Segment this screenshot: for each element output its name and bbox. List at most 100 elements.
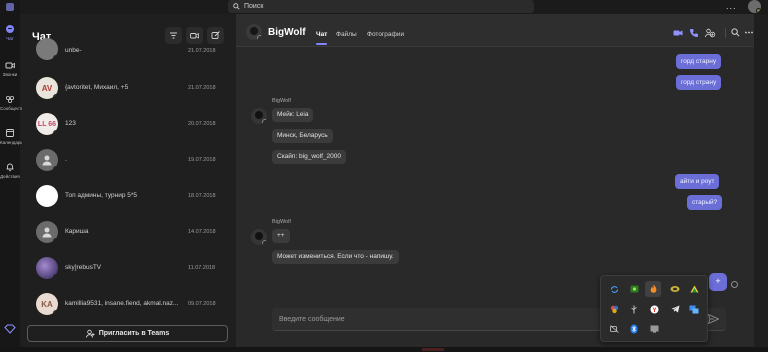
status-indicator	[262, 119, 267, 124]
tab-chat[interactable]: Чат	[316, 31, 328, 45]
monitor-icon[interactable]	[648, 323, 660, 335]
tab-photos[interactable]: Фотографии	[367, 31, 404, 38]
chat-list-pane: Чат unbe- 21.07.2018 AV {avtoritet, Миха…	[22, 14, 231, 352]
search-placeholder: Поиск	[244, 3, 264, 10]
incoming-message[interactable]: Скайп: big_wolf_2000	[272, 150, 346, 164]
chat-name: Кариша	[65, 228, 89, 235]
rail-label: Звонки	[2, 72, 18, 77]
rail-item-calls[interactable]: Звонки	[0, 60, 20, 77]
flame-icon[interactable]	[645, 281, 661, 297]
chat-name: sky]rebusTV	[65, 264, 102, 271]
compose-plus-button[interactable]: +	[709, 273, 727, 291]
taskbar-indicator	[422, 348, 444, 351]
right-edge	[754, 14, 768, 352]
svg-text:Y: Y	[652, 308, 656, 314]
chat-list-item[interactable]: Кариша 14.07.2018	[22, 214, 231, 250]
outgoing-message[interactable]: горд старну	[676, 54, 722, 69]
color-icon[interactable]	[608, 303, 620, 315]
more-icon[interactable]: ...	[726, 1, 737, 11]
incoming-message[interactable]: Может измениться. Если что - напишу.	[272, 250, 399, 264]
outgoing-message[interactable]: горд страну	[676, 75, 722, 90]
rail-item-community[interactable]: Сообщества	[0, 94, 26, 111]
message-sender: BigWolf	[272, 98, 291, 104]
drive-icon[interactable]	[688, 283, 700, 295]
teams-logo-icon	[6, 3, 14, 11]
rail-item-calendar[interactable]: Календарь	[0, 128, 23, 145]
tab-files[interactable]: Файлы	[336, 31, 357, 38]
chat-list-item[interactable]: . 19.07.2018	[22, 142, 231, 178]
chat-avatar	[36, 149, 58, 171]
mute-icon[interactable]	[608, 323, 620, 335]
chat-avatar: KA	[36, 293, 58, 315]
chat-avatar	[36, 38, 58, 60]
chat-list-item[interactable]: LL 66 123 20.07.2018	[22, 106, 231, 142]
teams-window: Поиск ... Чат Звонки Сообщества Календар…	[0, 0, 768, 352]
usb-icon[interactable]	[628, 303, 640, 315]
chat-date: 09.07.2018	[188, 301, 216, 307]
rail-label: Чат	[6, 36, 14, 41]
rail-label: Действия	[0, 174, 20, 179]
incoming-message[interactable]: Мейк: Leia	[272, 108, 314, 122]
status-indicator	[53, 310, 58, 315]
send-icon[interactable]	[708, 314, 719, 324]
emoji-icon[interactable]	[731, 281, 738, 288]
status-indicator	[53, 274, 58, 279]
search-icon[interactable]	[731, 28, 740, 37]
add-people-icon[interactable]	[705, 28, 716, 38]
nvidia-icon[interactable]	[628, 283, 640, 295]
telegram-icon[interactable]	[669, 303, 681, 315]
chat-list-item[interactable]: KA kamillia9531, insane.fiend, akmal.naz…	[22, 286, 231, 322]
outgoing-message[interactable]: айти и роут	[675, 174, 720, 189]
rail-label: Календарь	[0, 140, 23, 145]
system-tray-overflow: Y	[600, 275, 708, 342]
more-icon[interactable]	[745, 31, 753, 34]
outgoing-message[interactable]: старый?	[687, 195, 723, 210]
sync-icon[interactable]	[608, 283, 620, 295]
chat-list-item[interactable]: Топ админы, турнир 5*5 18.07.2018	[22, 178, 231, 214]
chat-date: 11.07.2018	[188, 265, 216, 271]
community-icon	[5, 96, 15, 104]
incoming-message[interactable]: Минск, Беларусь	[272, 129, 333, 143]
contact-avatar[interactable]	[246, 24, 262, 40]
chat-name: {avtoritet, Михаил, +5	[65, 84, 129, 91]
status-indicator	[262, 240, 267, 245]
chat-name: .	[65, 156, 67, 163]
invite-to-teams-button[interactable]: Пригласить в Teams	[27, 325, 228, 342]
contact-name: BigWolf	[268, 27, 306, 38]
diamond-icon[interactable]	[4, 324, 16, 334]
bell-icon	[6, 163, 14, 172]
status-indicator	[53, 166, 58, 171]
user-avatar[interactable]	[748, 0, 761, 13]
chat-date: 21.07.2018	[188, 48, 216, 54]
chat-list-item[interactable]: AV {avtoritet, Михаил, +5 21.07.2018	[22, 70, 231, 106]
sender-avatar[interactable]	[251, 229, 267, 245]
sender-avatar[interactable]	[251, 108, 267, 124]
header-divider	[725, 28, 726, 38]
yandex-icon[interactable]: Y	[648, 303, 660, 315]
network-icon[interactable]	[688, 303, 700, 315]
video-icon[interactable]	[673, 28, 683, 38]
taskbar-edge	[0, 347, 768, 352]
bluetooth-icon[interactable]	[628, 323, 640, 335]
chat-name: unbe-	[65, 47, 82, 54]
incoming-message[interactable]: ++	[272, 229, 290, 243]
status-dot	[756, 8, 761, 13]
chat-avatar	[36, 221, 58, 243]
chat-date: 21.07.2018	[188, 85, 216, 91]
status-indicator	[53, 94, 58, 99]
chat-avatar: LL 66	[36, 113, 58, 135]
rail-item-chat[interactable]: Чат	[0, 24, 20, 41]
add-person-icon	[85, 329, 95, 338]
chat-avatar	[36, 185, 58, 207]
conversation-header: BigWolf Чат Файлы Фотографии	[236, 14, 754, 47]
chat-list-item[interactable]: sky]rebusTV 11.07.2018	[22, 250, 231, 286]
phone-icon[interactable]	[689, 28, 699, 38]
rail-item-activity[interactable]: Действия	[0, 162, 20, 179]
chat-list-item[interactable]: unbe- 21.07.2018	[22, 34, 231, 70]
chat-name: kamillia9531, insane.fiend, akmal.naz...	[65, 300, 179, 307]
chat-avatar: AV	[36, 77, 58, 99]
chat-date: 14.07.2018	[188, 229, 216, 235]
search-input[interactable]: Поиск	[228, 0, 534, 13]
app-icon[interactable]	[669, 283, 681, 295]
person-icon	[42, 155, 52, 166]
